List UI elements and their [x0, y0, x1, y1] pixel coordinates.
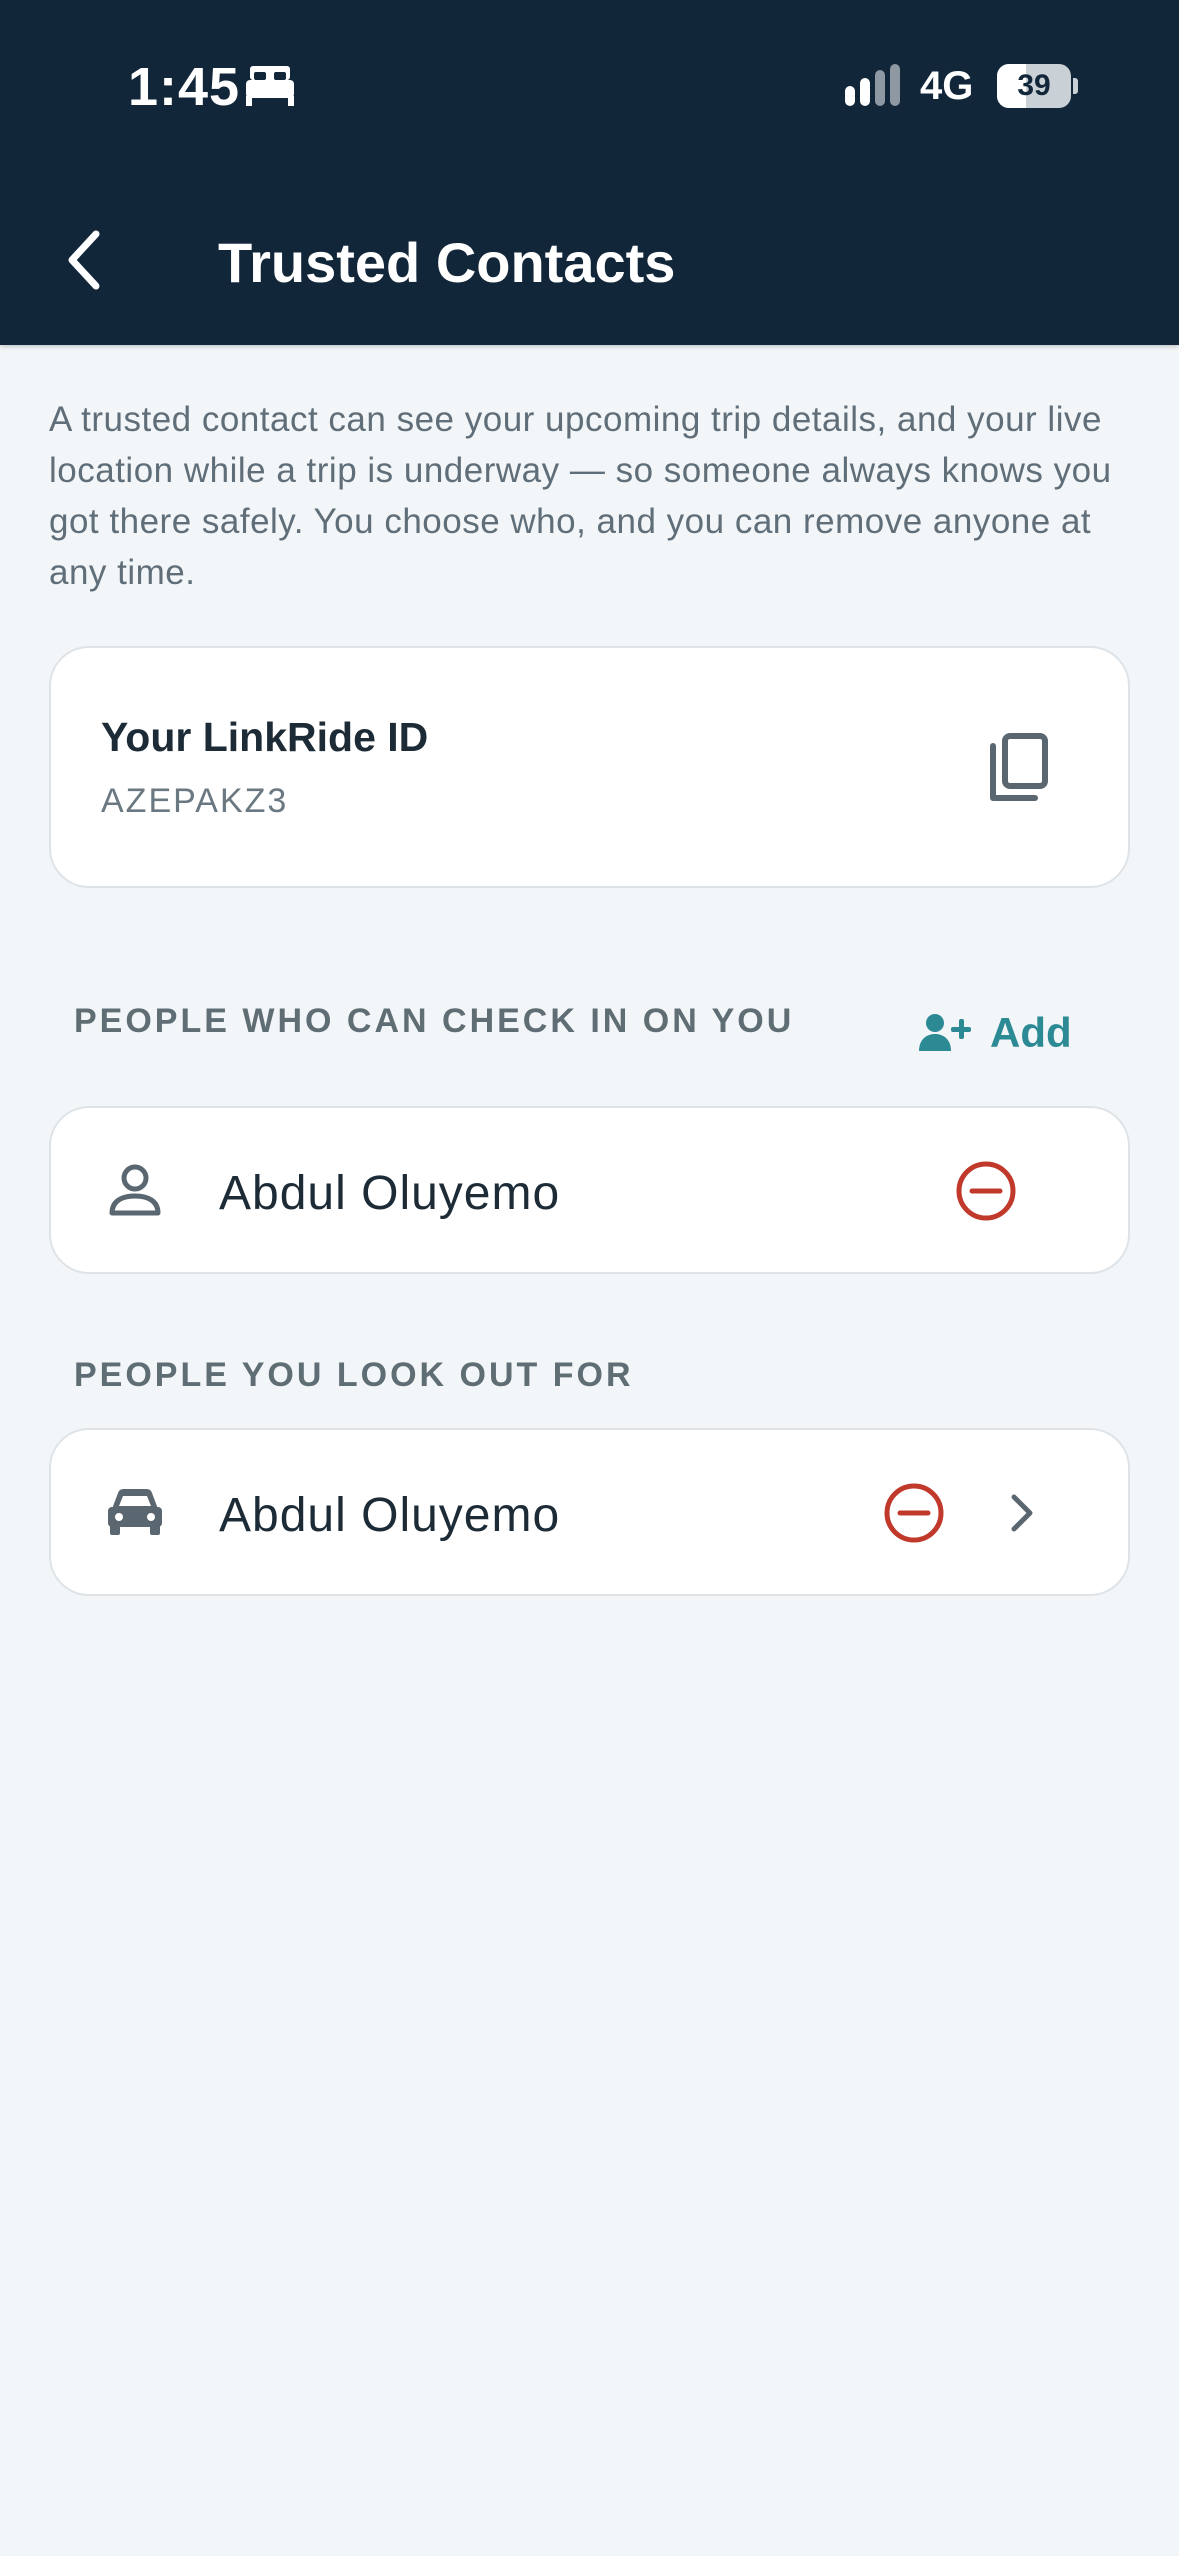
battery-percent: 39	[1017, 69, 1051, 102]
add-label: Add	[990, 1009, 1072, 1056]
contact-name: Abdul Oluyemo	[219, 1167, 561, 1220]
chevron-right-icon	[1011, 1494, 1033, 1532]
copy-id-button[interactable]	[969, 718, 1069, 818]
linkride-id-title: Your LinkRide ID	[101, 714, 429, 760]
person-icon	[103, 1158, 167, 1222]
contact-row-lookout[interactable]: Abdul Oluyemo	[49, 1428, 1130, 1596]
linkride-id-value: AZEPAKZ3	[101, 782, 289, 820]
intro-text: A trusted contact can see your upcoming …	[49, 400, 1112, 592]
look-out-section-label: PEOPLE YOU LOOK OUT FOR	[74, 1356, 634, 1394]
page-title: Trusted Contacts	[218, 231, 676, 294]
signal-icon	[845, 64, 900, 106]
battery-indicator: 39	[997, 64, 1078, 108]
bed-icon	[246, 66, 294, 106]
network-label: 4G	[920, 64, 974, 108]
view-contact-button[interactable]	[991, 1480, 1051, 1546]
car-icon	[103, 1480, 167, 1544]
add-person-icon	[919, 1014, 971, 1051]
chevron-left-icon	[68, 230, 100, 290]
remove-circle-icon	[884, 1483, 944, 1543]
add-contact-button[interactable]: Add	[918, 1000, 1072, 1066]
contact-row-checkin[interactable]: Abdul Oluyemo	[49, 1106, 1130, 1274]
linkride-id-card: Your LinkRide ID AZEPAKZ3	[49, 646, 1130, 888]
contact-name: Abdul Oluyemo	[219, 1489, 561, 1542]
check-in-section-label: PEOPLE WHO CAN CHECK IN ON YOU	[74, 1002, 795, 1040]
copy-icon	[990, 733, 1048, 801]
remove-circle-icon	[956, 1161, 1016, 1221]
remove-contact-button[interactable]	[953, 1158, 1019, 1224]
remove-contact-button[interactable]	[881, 1480, 947, 1546]
status-time: 1:45	[128, 57, 241, 117]
back-button[interactable]	[52, 220, 116, 300]
app-header: 1:45 4G 39 Trusted Contacts	[0, 0, 1179, 345]
